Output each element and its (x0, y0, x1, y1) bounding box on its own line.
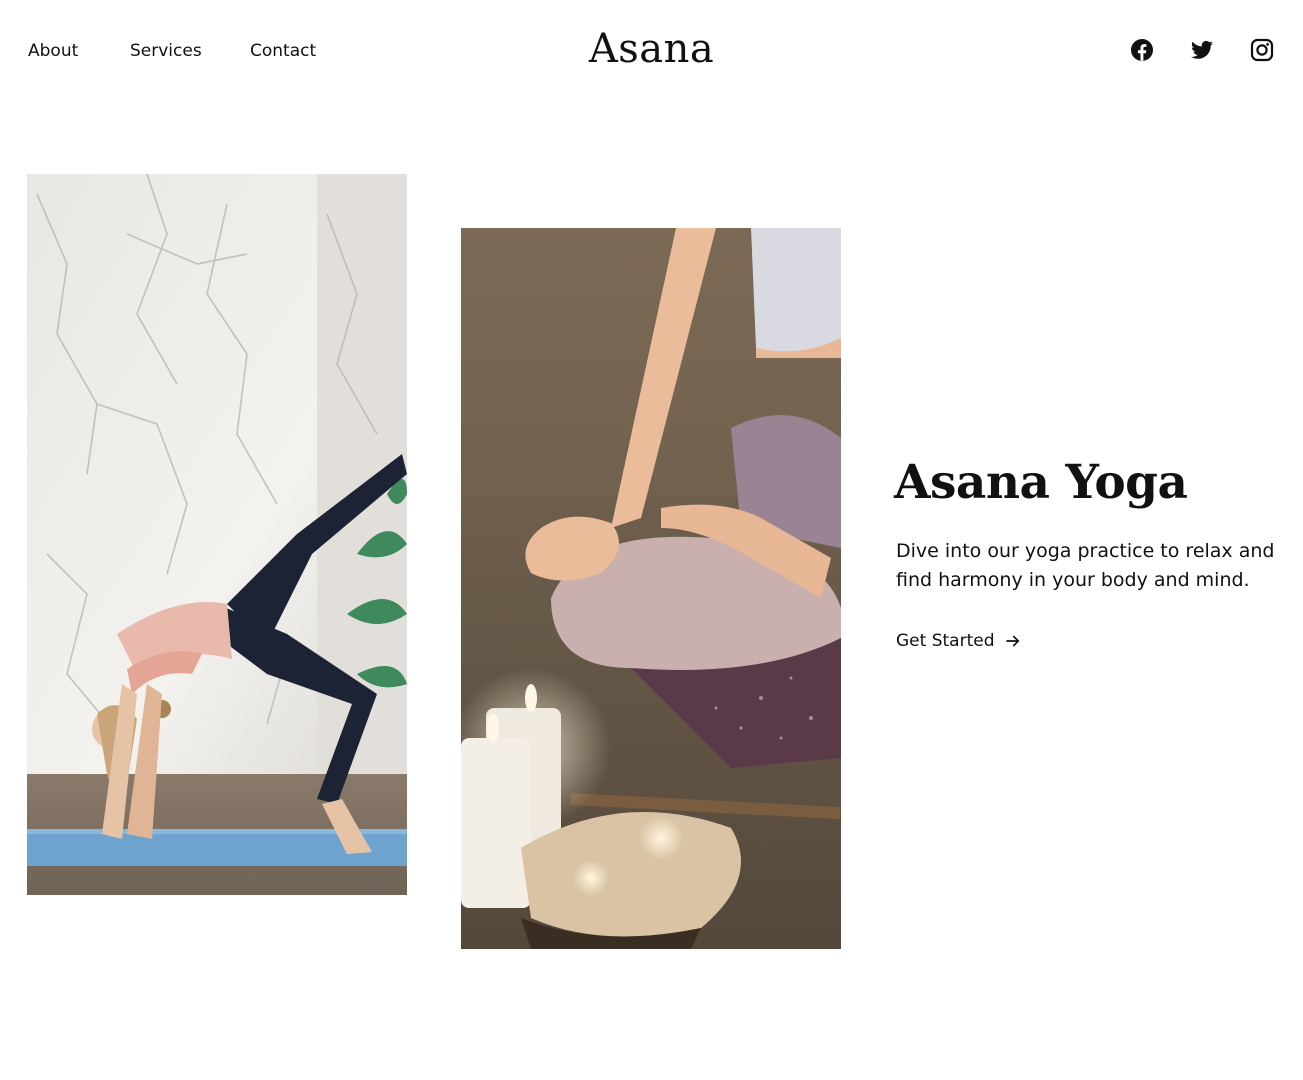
get-started-button[interactable]: Get Started (896, 631, 1022, 651)
yoga-wheel-pose-photo (27, 174, 407, 895)
main-nav: About Services Contact (28, 38, 330, 64)
hero-title: Asana Yoga (894, 455, 1188, 510)
hero-description: Dive into our yoga practice to relax and… (896, 540, 1275, 591)
nav-about-link[interactable]: About (28, 38, 130, 64)
social-links (1130, 38, 1274, 62)
nav-contact-link[interactable]: Contact (250, 38, 330, 64)
twitter-icon[interactable] (1190, 38, 1214, 62)
instagram-icon[interactable] (1250, 38, 1274, 62)
landing-page: About Services Contact Asana Asana Yoga … (0, 0, 1303, 1080)
get-started-label: Get Started (896, 631, 995, 651)
meditation-candles-photo (461, 228, 841, 949)
nav-services-link[interactable]: Services (130, 38, 250, 64)
facebook-icon[interactable] (1130, 38, 1154, 62)
arrow-right-icon (1004, 632, 1022, 650)
